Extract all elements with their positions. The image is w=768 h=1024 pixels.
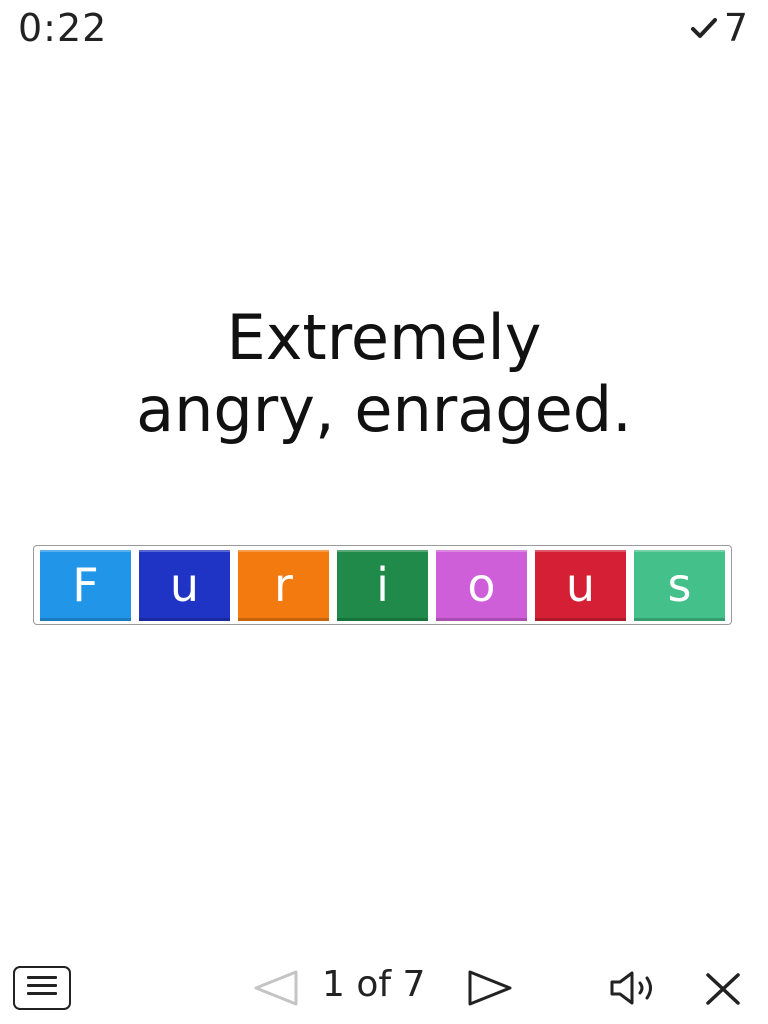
letter-tile-char: u <box>169 558 200 612</box>
clue-line-1: Extremely <box>226 301 542 374</box>
close-button[interactable] <box>704 972 742 1010</box>
letter-tile[interactable]: F <box>40 549 131 621</box>
menu-button[interactable] <box>13 966 71 1010</box>
clue-line-2: angry, enraged. <box>136 373 632 446</box>
letter-tile[interactable]: o <box>436 549 527 621</box>
timer: 0:22 <box>18 6 108 50</box>
letter-tile[interactable]: i <box>337 549 428 621</box>
page-indicator: 1 of 7 <box>322 964 426 1005</box>
letter-tile-char: s <box>667 558 692 612</box>
letter-tile[interactable]: s <box>634 549 725 621</box>
letter-tile-char: F <box>72 558 99 612</box>
menu-icon <box>25 973 59 1003</box>
letter-tile-char: i <box>376 558 389 612</box>
score-counter: 7 <box>690 6 748 50</box>
bottom-toolbar: 1 of 7 <box>0 950 768 1024</box>
letter-tile-char: u <box>565 558 596 612</box>
checkmark-icon <box>690 14 718 42</box>
letter-tile[interactable]: u <box>139 549 230 621</box>
game-screen: 0:22 7 Extremely angry, enraged. F u r i… <box>0 0 768 1024</box>
letter-tile[interactable]: r <box>238 549 329 621</box>
speaker-icon <box>608 971 664 1010</box>
sound-button[interactable] <box>608 970 664 1010</box>
triangle-left-icon <box>250 970 300 1012</box>
score-value: 7 <box>723 6 748 50</box>
next-button[interactable] <box>466 968 516 1012</box>
letter-tile[interactable]: u <box>535 549 626 621</box>
triangle-right-icon <box>466 970 516 1012</box>
letter-tile-char: o <box>467 558 496 612</box>
clue-text: Extremely angry, enraged. <box>0 302 768 446</box>
close-icon <box>704 973 742 1010</box>
letter-tile-char: r <box>274 558 293 612</box>
previous-button[interactable] <box>250 968 300 1012</box>
answer-tiles: F u r i o u s <box>33 545 732 625</box>
